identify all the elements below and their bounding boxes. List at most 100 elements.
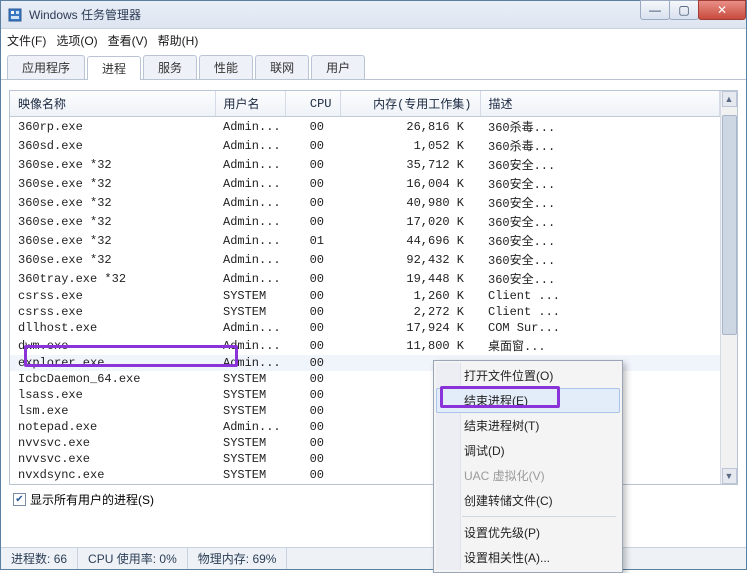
tab-users[interactable]: 用户	[311, 55, 365, 79]
status-cpu-label: CPU 使用率:	[88, 550, 156, 567]
menu-file[interactable]: 文件(F)	[7, 32, 46, 49]
cell-name: lsm.exe	[10, 403, 215, 419]
vertical-scrollbar[interactable]: ▲ ▼	[720, 91, 737, 484]
context-menu-item[interactable]: 设置优先级(P)	[436, 520, 620, 545]
context-menu-item[interactable]: 结束进程树(T)	[436, 413, 620, 438]
table-row[interactable]: csrss.exeSYSTEM001,260 KClient ...	[10, 288, 720, 304]
cell-desc: 360安全...	[480, 231, 720, 250]
tab-performance[interactable]: 性能	[199, 55, 253, 79]
cell-desc: 360安全...	[480, 212, 720, 231]
tab-processes[interactable]: 进程	[87, 56, 141, 80]
col-header-desc[interactable]: 描述	[480, 91, 720, 117]
context-menu-separator	[462, 516, 616, 517]
cell-cpu: 00	[285, 387, 340, 403]
show-all-users-checkbox[interactable]: ✔	[13, 493, 26, 506]
cell-user: Admin...	[215, 250, 285, 269]
cell-mem: 35,712 K	[340, 155, 480, 174]
cell-cpu: 00	[285, 250, 340, 269]
main-area: 映像名称 用户名 CPU 内存(专用工作集) 描述 360rp.exeAdmin…	[1, 80, 746, 547]
cell-desc: Client ...	[480, 288, 720, 304]
menu-options[interactable]: 选项(O)	[56, 32, 97, 49]
table-row[interactable]: 360se.exe *32Admin...0040,980 K360安全...	[10, 193, 720, 212]
cell-name: 360tray.exe *32	[10, 269, 215, 288]
show-all-users-label[interactable]: 显示所有用户的进程(S)	[30, 491, 154, 508]
maximize-button[interactable]: ▢	[669, 0, 699, 20]
cell-desc: 360杀毒...	[480, 136, 720, 155]
status-procs-value: 66	[54, 552, 67, 566]
cell-name: lsass.exe	[10, 387, 215, 403]
cell-user: Admin...	[215, 136, 285, 155]
close-button[interactable]: ✕	[698, 0, 746, 20]
context-menu-item[interactable]: 设置相关性(A)...	[436, 545, 620, 570]
cell-cpu: 00	[285, 336, 340, 355]
table-row[interactable]: 360se.exe *32Admin...0017,020 K360安全...	[10, 212, 720, 231]
col-header-cpu[interactable]: CPU	[285, 91, 340, 117]
cell-cpu: 00	[285, 371, 340, 387]
context-menu-item[interactable]: 调试(D)	[436, 438, 620, 463]
context-menu[interactable]: 打开文件位置(O)结束进程(E)结束进程树(T)调试(D)UAC 虚拟化(V)创…	[433, 360, 623, 573]
cell-mem: 1,260 K	[340, 288, 480, 304]
cell-mem: 17,020 K	[340, 212, 480, 231]
scroll-track[interactable]	[722, 107, 737, 468]
status-procs-label: 进程数:	[11, 550, 50, 567]
cell-name: nvvsvc.exe	[10, 451, 215, 467]
tab-networking[interactable]: 联网	[255, 55, 309, 79]
cell-cpu: 00	[285, 320, 340, 336]
table-row[interactable]: 360se.exe *32Admin...0035,712 K360安全...	[10, 155, 720, 174]
table-row[interactable]: 360se.exe *32Admin...0016,004 K360安全...	[10, 174, 720, 193]
table-row[interactable]: 360rp.exeAdmin...0026,816 K360杀毒...	[10, 117, 720, 137]
cell-name: 360se.exe *32	[10, 174, 215, 193]
cell-name: 360se.exe *32	[10, 231, 215, 250]
table-row[interactable]: dwm.exeAdmin...0011,800 K桌面窗...	[10, 336, 720, 355]
table-row[interactable]: 360sd.exeAdmin...001,052 K360杀毒...	[10, 136, 720, 155]
cell-cpu: 00	[285, 419, 340, 435]
cell-user: Admin...	[215, 155, 285, 174]
col-header-name[interactable]: 映像名称	[10, 91, 215, 117]
cell-cpu: 00	[285, 288, 340, 304]
context-menu-item[interactable]: 打开文件位置(O)	[436, 363, 620, 388]
window-controls: — ▢ ✕	[641, 0, 746, 20]
cell-user: Admin...	[215, 117, 285, 137]
cell-desc: 360安全...	[480, 269, 720, 288]
minimize-button[interactable]: —	[640, 0, 670, 20]
cell-desc: 360杀毒...	[480, 117, 720, 137]
tab-services[interactable]: 服务	[143, 55, 197, 79]
col-header-mem[interactable]: 内存(专用工作集)	[340, 91, 480, 117]
scroll-down-button[interactable]: ▼	[722, 468, 737, 484]
cell-user: SYSTEM	[215, 451, 285, 467]
context-menu-item[interactable]: 创建转储文件(C)	[436, 488, 620, 513]
cell-cpu: 00	[285, 269, 340, 288]
scroll-thumb[interactable]	[722, 115, 737, 335]
cell-mem: 11,800 K	[340, 336, 480, 355]
cell-user: Admin...	[215, 269, 285, 288]
table-row[interactable]: 360se.exe *32Admin...0092,432 K360安全...	[10, 250, 720, 269]
cell-mem: 44,696 K	[340, 231, 480, 250]
status-cpu: CPU 使用率: 0%	[78, 548, 188, 569]
col-header-user[interactable]: 用户名	[215, 91, 285, 117]
cell-cpu: 00	[285, 212, 340, 231]
cell-user: Admin...	[215, 419, 285, 435]
cell-cpu: 00	[285, 193, 340, 212]
cell-name: 360se.exe *32	[10, 155, 215, 174]
cell-desc: 360安全...	[480, 193, 720, 212]
cell-mem: 17,924 K	[340, 320, 480, 336]
table-row[interactable]: dllhost.exeAdmin...0017,924 KCOM Sur...	[10, 320, 720, 336]
cell-cpu: 00	[285, 136, 340, 155]
column-header-row: 映像名称 用户名 CPU 内存(专用工作集) 描述	[10, 91, 720, 117]
cell-user: Admin...	[215, 320, 285, 336]
cell-desc: 360安全...	[480, 250, 720, 269]
cell-desc: 桌面窗...	[480, 336, 720, 355]
menu-help[interactable]: 帮助(H)	[158, 32, 199, 49]
table-row[interactable]: csrss.exeSYSTEM002,272 KClient ...	[10, 304, 720, 320]
tab-applications[interactable]: 应用程序	[7, 55, 85, 79]
cell-name: csrss.exe	[10, 304, 215, 320]
scroll-up-button[interactable]: ▲	[722, 91, 737, 107]
table-row[interactable]: 360se.exe *32Admin...0144,696 K360安全...	[10, 231, 720, 250]
menu-view[interactable]: 查看(V)	[108, 32, 148, 49]
titlebar[interactable]: Windows 任务管理器 — ▢ ✕	[1, 1, 746, 29]
menubar: 文件(F) 选项(O) 查看(V) 帮助(H)	[1, 29, 746, 51]
cell-mem: 1,052 K	[340, 136, 480, 155]
cell-cpu: 00	[285, 155, 340, 174]
context-menu-item[interactable]: 结束进程(E)	[436, 388, 620, 413]
table-row[interactable]: 360tray.exe *32Admin...0019,448 K360安全..…	[10, 269, 720, 288]
